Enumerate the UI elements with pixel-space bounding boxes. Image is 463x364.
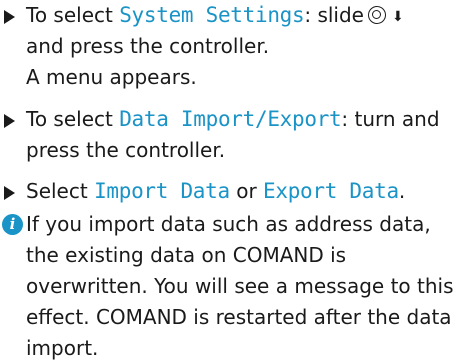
step-line: To select Data Import/Export: turn and: [26, 104, 440, 135]
note-line: effect. COMAND is restarted after the da…: [26, 305, 452, 329]
menu-item-import-data: Import Data: [94, 179, 230, 203]
step-result: A menu appears.: [26, 65, 197, 89]
step-suffix: .: [398, 179, 406, 203]
note-line: import.: [26, 336, 99, 360]
note-line: the existing data on COMAND is: [26, 243, 347, 267]
note-line: overwritten. You will see a message to t…: [26, 274, 454, 298]
menu-item-data-import-export: Data Import/Export: [119, 107, 342, 131]
note-text: If you import data such as address data,…: [26, 209, 454, 364]
controller-icon: [368, 6, 386, 24]
step-line: To select System Settings: slide ⬇: [26, 0, 404, 31]
step-prefix: To select: [26, 107, 120, 131]
menu-item-export-data: Export Data: [263, 179, 399, 203]
step-prefix: Select: [26, 179, 95, 203]
down-arrow-icon: ⬇: [392, 9, 404, 25]
step-suffix: : turn and: [341, 107, 440, 131]
step-text: To select Data Import/Export: turn and p…: [26, 104, 440, 166]
step-text: To select System Settings: slide ⬇ and pr…: [26, 0, 404, 93]
info-icon: i: [2, 214, 23, 235]
step-connector: or: [229, 179, 264, 203]
bullet-triangle-icon: [4, 186, 15, 200]
step-text: Select Import Data or Export Data.: [26, 176, 405, 207]
step-line: press the controller.: [26, 138, 226, 162]
bullet-triangle-icon: [4, 10, 15, 24]
bullet-triangle-icon: [4, 114, 15, 128]
menu-item-system-settings: System Settings: [119, 3, 305, 27]
step-suffix: : slide: [304, 3, 364, 27]
step-line: and press the controller.: [26, 34, 270, 58]
note-line: If you import data such as address data,: [26, 212, 431, 236]
step-line: Select Import Data or Export Data.: [26, 176, 405, 207]
step-prefix: To select: [26, 3, 120, 27]
